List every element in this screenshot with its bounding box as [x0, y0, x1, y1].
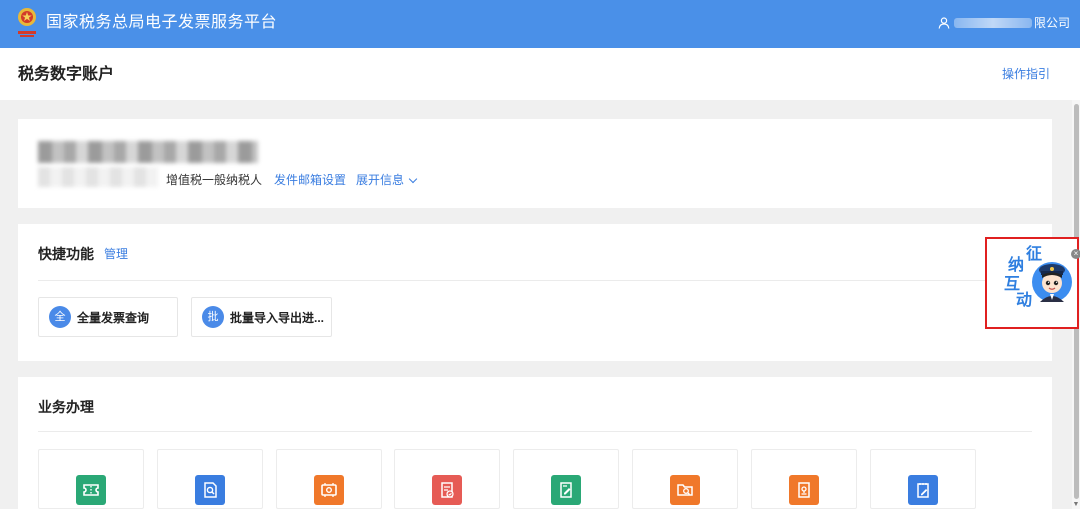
- user-name-blurred: [953, 18, 1032, 28]
- document-check-icon: [432, 475, 462, 505]
- mail-settings-link[interactable]: 发件邮箱设置: [274, 173, 346, 187]
- divider: [38, 431, 1032, 432]
- user-menu[interactable]: 限公司: [938, 15, 1070, 31]
- business-tile[interactable]: [394, 449, 500, 509]
- manage-link[interactable]: 管理: [104, 247, 128, 261]
- business-tile[interactable]: [751, 449, 857, 509]
- scroll-down-arrow-icon[interactable]: ▼: [1072, 500, 1080, 509]
- page-title: 税务数字账户: [18, 66, 115, 83]
- quick-item-label: 批量导入导出进...: [230, 310, 325, 325]
- quick-item-badge: 批: [202, 306, 224, 328]
- invoice-icon: [314, 475, 344, 505]
- tax-officer-avatar-icon[interactable]: [1030, 256, 1072, 308]
- business-tile[interactable]: [513, 449, 619, 509]
- user-company-suffix: 限公司: [1033, 16, 1070, 30]
- divider: [38, 280, 1032, 281]
- business-tile[interactable]: [157, 449, 263, 509]
- quick-item-label: 全量发票查询: [77, 310, 150, 325]
- platform-title: 国家税务总局电子发票服务平台: [46, 14, 278, 31]
- business-tile[interactable]: [870, 449, 976, 509]
- business-tile[interactable]: [38, 449, 144, 509]
- tax-emblem-icon[interactable]: [14, 7, 40, 39]
- company-name-blurred: [38, 141, 258, 163]
- quick-functions-title: 快捷功能: [38, 246, 94, 262]
- taxpayer-info-card: 增值税一般纳税人 发件邮箱设置 展开信息: [18, 119, 1052, 208]
- widget-close-icon[interactable]: ×: [1071, 249, 1080, 259]
- ticket-icon: [76, 475, 106, 505]
- taxpayer-type: 增值税一般纳税人: [166, 173, 263, 187]
- expand-info-label: 展开信息: [356, 173, 405, 187]
- document-edit-icon: [551, 475, 581, 505]
- quick-functions-card: 快捷功能 管理 全 全量发票查询 批 批量导入导出进...: [18, 224, 1052, 361]
- user-icon: [938, 17, 950, 29]
- operation-guide-link[interactable]: 操作指引: [1002, 67, 1050, 81]
- notepad-edit-icon: [908, 475, 938, 505]
- document-search-icon: [195, 475, 225, 505]
- page-header: 税务数字账户 操作指引: [0, 48, 1080, 100]
- quick-item-full-invoice-query[interactable]: 全 全量发票查询: [38, 297, 178, 337]
- widget-char: 纳: [1008, 257, 1025, 274]
- top-bar: 国家税务总局电子发票服务平台 限公司: [0, 0, 1080, 48]
- widget-char: 互: [1004, 276, 1021, 293]
- business-tile[interactable]: [276, 449, 382, 509]
- expand-info-link[interactable]: 展开信息: [356, 173, 418, 187]
- business-title: 业务办理: [38, 399, 94, 415]
- quick-item-batch-import-export[interactable]: 批 批量导入导出进...: [191, 297, 332, 337]
- business-tile[interactable]: [632, 449, 738, 509]
- chevron-down-icon: [408, 174, 418, 183]
- business-card: 业务办理: [18, 377, 1052, 509]
- tax-id-blurred: [38, 167, 158, 187]
- document-stamp-icon: [789, 475, 819, 505]
- folder-search-icon: [670, 475, 700, 505]
- quick-item-badge: 全: [49, 306, 71, 328]
